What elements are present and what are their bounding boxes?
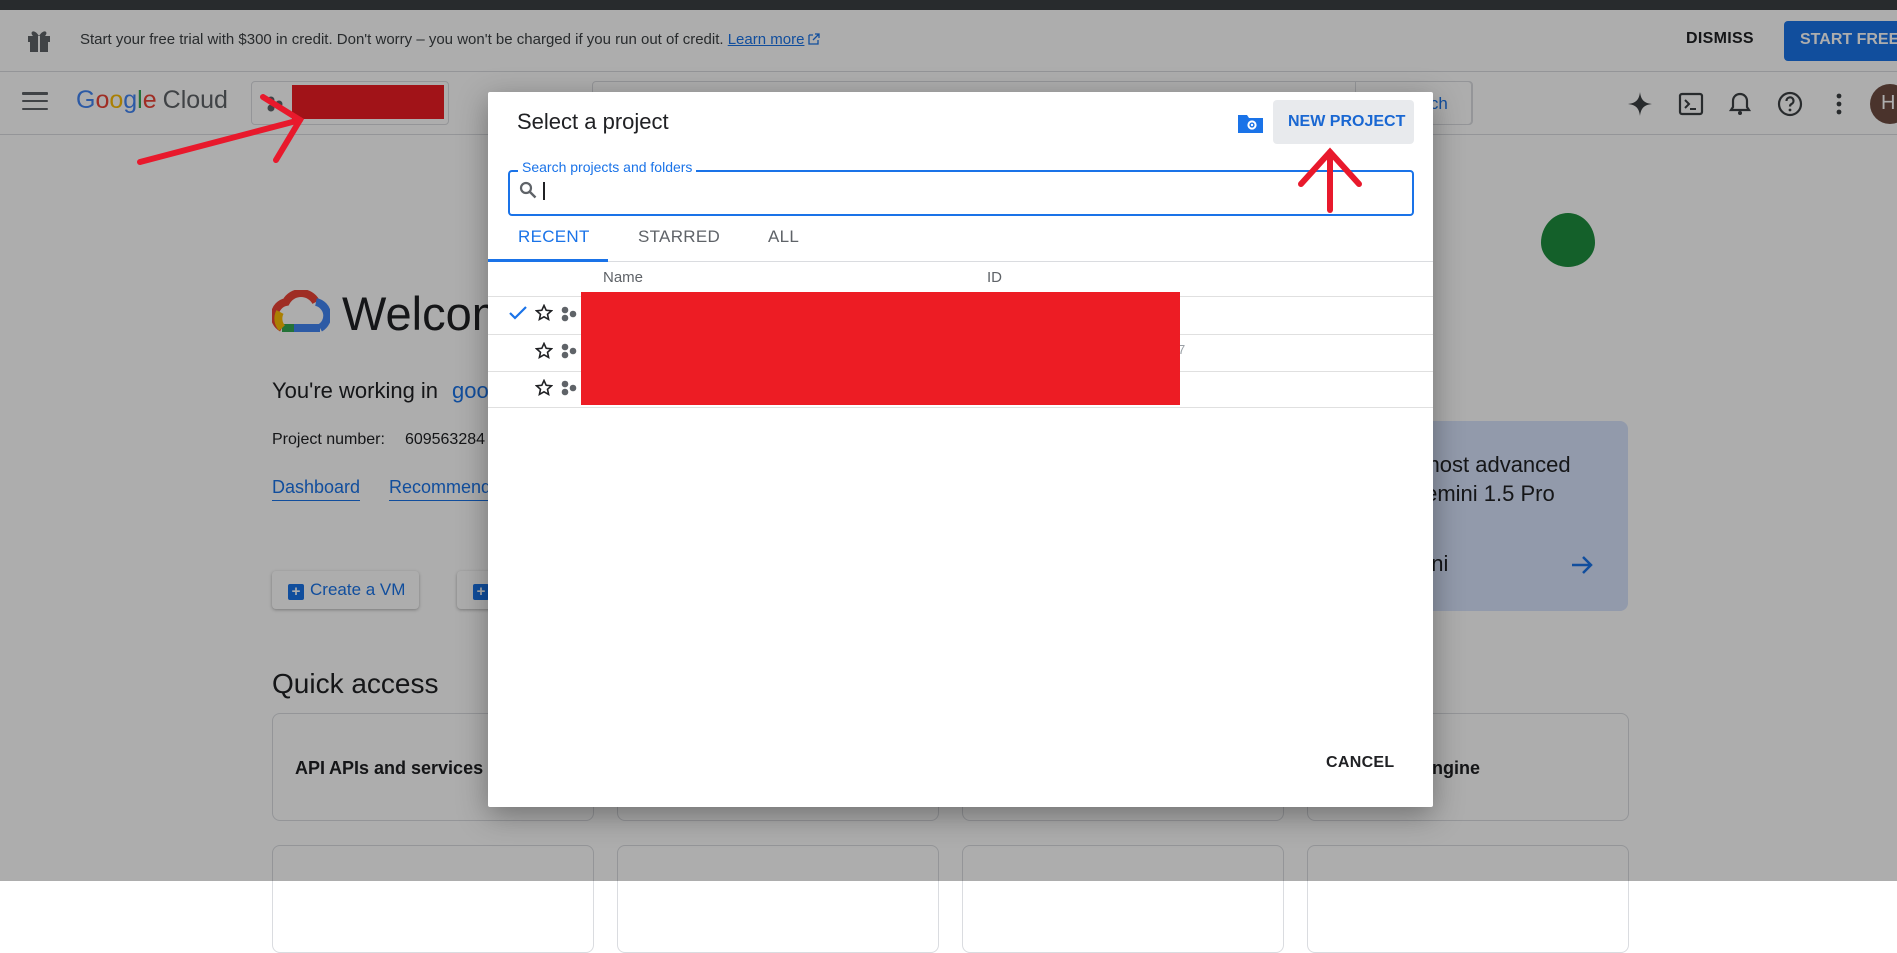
annotation-arrow-project-picker bbox=[137, 94, 305, 165]
annotation-arrow-new-project bbox=[1298, 147, 1362, 213]
annotation-arrows bbox=[137, 94, 1362, 213]
